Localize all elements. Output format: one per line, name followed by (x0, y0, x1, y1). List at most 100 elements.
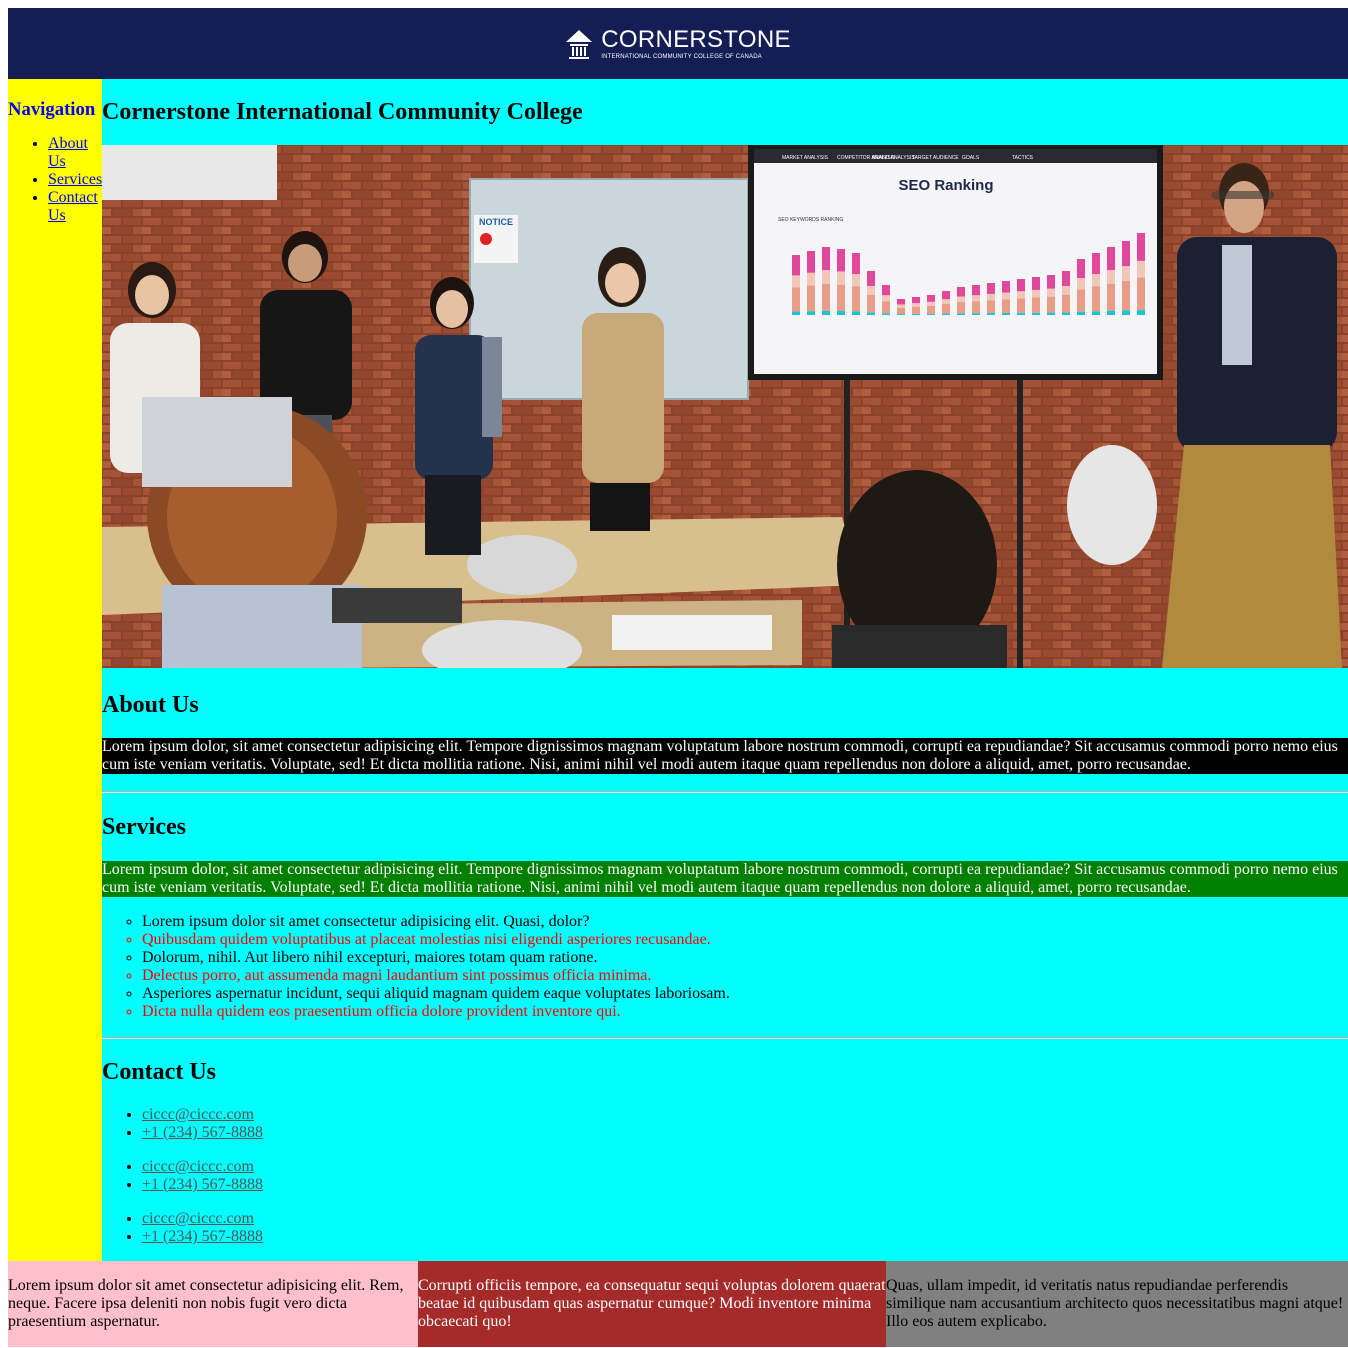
slide-bar (807, 272, 815, 286)
slide-bar (1092, 274, 1100, 287)
slide-bar (852, 311, 860, 315)
nav-link-contact[interactable]: Contact Us (48, 189, 98, 224)
slide-bar (942, 291, 950, 300)
slide-chart-label: SEO KEYWORDS RANKING (778, 217, 843, 223)
services-list: Lorem ipsum dolor sit amet consectetur a… (102, 897, 1348, 1037)
slide-bar (1002, 299, 1010, 313)
classroom-photo: NOTICE MARKET ANALYSIS COMPETITOR ANALYS… (102, 145, 1348, 668)
about-paragraph: Lorem ipsum dolor, sit amet consectetur … (102, 738, 1348, 774)
contact-phone-item: +1 (234) 567-8888 (142, 1124, 1348, 1142)
slide-tab-1: MARKET ANALYSIS (782, 155, 829, 161)
slide-bar (867, 294, 875, 313)
slide-tab-6: TACTICS (1012, 155, 1034, 161)
slide-bar (867, 312, 875, 315)
sidebar-title: Navigation (8, 99, 96, 120)
list-item: Asperiores aspernatur incidunt, sequi al… (142, 985, 1348, 1003)
slide-bar (972, 295, 980, 302)
slide-bar (837, 311, 845, 315)
notice-label: NOTICE (479, 217, 513, 227)
sidebar-navigation: Navigation About Us Services Contact Us (8, 79, 102, 1261)
contact-section: Contact Us ciccc@ciccc.com +1 (234) 567-… (102, 1039, 1348, 1262)
slide-bar (897, 307, 905, 315)
slide-bar (1122, 241, 1130, 267)
contact-list: ciccc@ciccc.com +1 (234) 567-8888 (102, 1158, 1348, 1210)
logo-mark-icon (566, 29, 593, 59)
phone-link[interactable]: +1 (234) 567-8888 (142, 1176, 263, 1193)
footer-column-2: Corrupti officiis tempore, ea consequatu… (418, 1261, 886, 1347)
slide-bar (1137, 310, 1145, 315)
contact-list: ciccc@ciccc.com +1 (234) 567-8888 (102, 1210, 1348, 1262)
slide-tab-3: BRAND ANALYSIS (872, 155, 915, 161)
contact-email-item: ciccc@ciccc.com (142, 1106, 1348, 1124)
list-item: Quibusdam quidem voluptatibus at placeat… (142, 931, 1348, 949)
list-item: Dicta nulla quidem eos praesentium offic… (142, 1003, 1348, 1021)
slide-bar (792, 255, 800, 276)
slide-bar (972, 313, 980, 315)
slide-bar (792, 311, 800, 315)
instructor (1162, 163, 1342, 668)
slide-bar (957, 302, 965, 314)
contact-phone-item: +1 (234) 567-8888 (142, 1228, 1348, 1246)
slide-bar (1092, 311, 1100, 315)
slide-bar (1017, 312, 1025, 315)
phone-link[interactable]: +1 (234) 567-8888 (142, 1124, 263, 1141)
cornerstone-logo[interactable]: CORNERSTONE INTERNATIONAL COMMUNITY COLL… (565, 25, 791, 60)
slide-bar (987, 283, 995, 294)
slide-bar (807, 311, 815, 315)
footer-column-1: Lorem ipsum dolor sit amet consectetur a… (8, 1261, 418, 1347)
slide-bar (822, 310, 830, 315)
slide-bar (987, 293, 995, 301)
slide-bar (1092, 253, 1100, 275)
slide-bar (897, 299, 905, 305)
nav-link-services[interactable]: Services (48, 171, 102, 188)
slide-bar (1062, 271, 1070, 286)
slide-bar (912, 306, 920, 314)
contact-heading: Contact Us (102, 1059, 216, 1085)
contact-email-item: ciccc@ciccc.com (142, 1158, 1348, 1176)
slide-bar (882, 295, 890, 302)
about-heading: About Us (102, 692, 199, 718)
slide-bar (792, 275, 800, 288)
email-link[interactable]: ciccc@ciccc.com (142, 1106, 254, 1123)
hero-image: NOTICE MARKET ANALYSIS COMPETITOR ANALYS… (102, 145, 1348, 668)
page-title: Cornerstone International Community Coll… (102, 99, 583, 125)
list-item: Delectus porro, aut assumenda magni laud… (142, 967, 1348, 985)
slide-bar (927, 305, 935, 314)
slide-bar (987, 313, 995, 315)
slide-bar (897, 314, 905, 315)
contact-email-item: ciccc@ciccc.com (142, 1210, 1348, 1228)
phone-link[interactable]: +1 (234) 567-8888 (142, 1228, 263, 1245)
slide-bar (792, 287, 800, 312)
slide-bar (1002, 292, 1010, 300)
slide-bar (1032, 289, 1040, 298)
slide-bar (1077, 259, 1085, 279)
services-heading: Services (102, 814, 186, 840)
contact-list: ciccc@ciccc.com +1 (234) 567-8888 (102, 1106, 1348, 1158)
nav-link-about[interactable]: About Us (48, 135, 88, 170)
slide-bar (852, 274, 860, 287)
slide-bar (1017, 291, 1025, 299)
slide-bar (867, 285, 875, 295)
slide-bar (1137, 233, 1145, 261)
slide-bar (942, 303, 950, 314)
slide-title: SEO Ranking (898, 177, 993, 194)
services-section: Services Lorem ipsum dolor, sit amet con… (102, 793, 1348, 1037)
slide-bar (972, 301, 980, 314)
slide-bar (987, 300, 995, 314)
logo-name: CORNERSTONE (601, 25, 791, 53)
slide-bar (927, 295, 935, 302)
slide-bar (1077, 289, 1085, 312)
slide-bar (1062, 312, 1070, 315)
slide-bar (942, 313, 950, 315)
slide-bar (852, 253, 860, 275)
slide-bar (957, 313, 965, 315)
slide-bar (807, 285, 815, 312)
slide-bar (867, 271, 875, 286)
email-link[interactable]: ciccc@ciccc.com (142, 1210, 254, 1227)
slide-bar (927, 301, 935, 306)
email-link[interactable]: ciccc@ciccc.com (142, 1158, 254, 1175)
slide-bar (1002, 312, 1010, 315)
slide-bar (1032, 277, 1040, 290)
slide-bar (1092, 286, 1100, 312)
slide-bar (837, 271, 845, 285)
